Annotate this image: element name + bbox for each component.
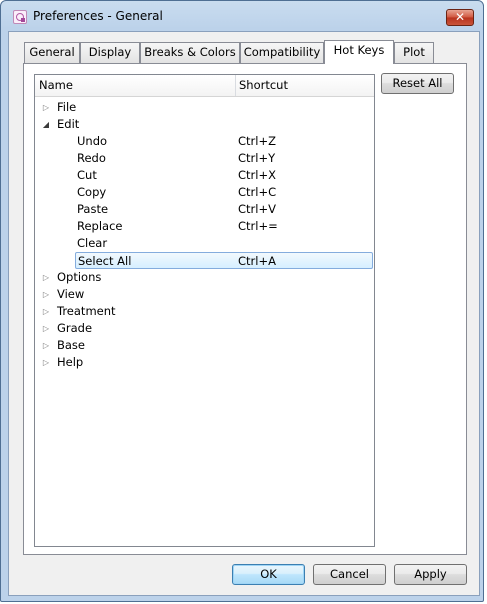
tree-item-label: View — [57, 287, 85, 301]
collapse-icon[interactable]: ◢ — [41, 116, 51, 133]
tab-display[interactable]: Display — [80, 42, 140, 63]
tree-item-label: Clear — [77, 236, 108, 250]
tree-item-grade[interactable]: ▷ Grade — [35, 320, 374, 337]
tree-header: Name Shortcut — [35, 75, 374, 97]
expand-icon[interactable]: ▷ — [41, 320, 51, 337]
tree-item-treatment[interactable]: ▷ Treatment — [35, 303, 374, 320]
tree-item-copy[interactable]: Copy Ctrl+C — [35, 184, 374, 201]
tree-item-label: Redo — [77, 151, 106, 165]
tab-hot-keys[interactable]: Hot Keys — [324, 40, 394, 64]
tree-item-shortcut: Ctrl+Z — [238, 134, 276, 148]
tree-item-options[interactable]: ▷ Options — [35, 269, 374, 286]
tree-item-shortcut: Ctrl+X — [238, 168, 276, 182]
tree-item-label: Cut — [77, 168, 97, 182]
tree-item-shortcut: Ctrl+Y — [238, 151, 276, 165]
tree-item-label: Edit — [57, 117, 80, 131]
tree-item-paste[interactable]: Paste Ctrl+V — [35, 201, 374, 218]
tree-item-shortcut: Ctrl+A — [238, 254, 276, 268]
expand-icon[interactable]: ▷ — [41, 337, 51, 354]
tree-item-shortcut: Ctrl+V — [238, 202, 276, 216]
hot-keys-panel: Name Shortcut ▷ File ◢ Edit Undo Ctrl+Z — [23, 63, 467, 555]
expand-icon[interactable]: ▷ — [41, 286, 51, 303]
tree-item-undo[interactable]: Undo Ctrl+Z — [35, 133, 374, 150]
dialog-client-area: General Display Breaks & Colors Compatib… — [8, 31, 480, 596]
tree-item-shortcut: Ctrl+= — [238, 219, 278, 233]
reset-all-button[interactable]: Reset All — [381, 73, 454, 94]
tree-item-label: Options — [57, 270, 102, 284]
column-header-shortcut[interactable]: Shortcut — [235, 75, 374, 96]
tree-item-view[interactable]: ▷ View — [35, 286, 374, 303]
tree-item-replace[interactable]: Replace Ctrl+= — [35, 218, 374, 235]
close-icon: ✕ — [454, 10, 466, 24]
tree-item-redo[interactable]: Redo Ctrl+Y — [35, 150, 374, 167]
column-header-name[interactable]: Name — [35, 75, 235, 96]
expand-icon[interactable]: ▷ — [41, 99, 51, 116]
tab-plot[interactable]: Plot — [394, 42, 434, 63]
tree-item-label: Replace — [77, 219, 123, 233]
hotkey-tree[interactable]: Name Shortcut ▷ File ◢ Edit Undo Ctrl+Z — [34, 74, 375, 547]
tree-item-clear[interactable]: Clear — [35, 235, 374, 252]
tree-item-base[interactable]: ▷ Base — [35, 337, 374, 354]
tree-item-label: Undo — [77, 134, 108, 148]
close-button[interactable]: ✕ — [446, 9, 474, 26]
tree-item-label: Treatment — [57, 304, 116, 318]
tab-breaks-colors[interactable]: Breaks & Colors — [140, 42, 240, 63]
expand-icon[interactable]: ▷ — [41, 269, 51, 286]
cancel-button[interactable]: Cancel — [313, 564, 386, 585]
tree-item-label: Grade — [57, 321, 93, 335]
tree-item-label: Copy — [77, 185, 107, 199]
tab-compatibility[interactable]: Compatibility — [240, 42, 324, 63]
tree-item-file[interactable]: ▷ File — [35, 99, 374, 116]
tree-item-select-all[interactable]: Select All Ctrl+A — [75, 252, 373, 269]
tree-item-shortcut: Ctrl+C — [238, 185, 277, 199]
tree-item-label: Select All — [78, 254, 132, 268]
tab-general[interactable]: General — [24, 42, 80, 63]
tree-item-label: Help — [57, 355, 84, 369]
window-title: Preferences - General — [33, 9, 163, 23]
ok-button[interactable]: OK — [232, 564, 305, 585]
app-icon — [13, 10, 27, 24]
tree-item-label: Base — [57, 338, 86, 352]
title-bar[interactable]: Preferences - General ✕ — [1, 1, 483, 31]
preferences-window: Preferences - General ✕ General Display … — [0, 0, 484, 602]
apply-button[interactable]: Apply — [394, 564, 467, 585]
tree-item-label: File — [57, 100, 77, 114]
expand-icon[interactable]: ▷ — [41, 303, 51, 320]
tree-item-label: Paste — [77, 202, 109, 216]
tree-item-help[interactable]: ▷ Help — [35, 354, 374, 371]
tree-item-edit[interactable]: ◢ Edit — [35, 116, 374, 133]
tree-item-cut[interactable]: Cut Ctrl+X — [35, 167, 374, 184]
expand-icon[interactable]: ▷ — [41, 354, 51, 371]
